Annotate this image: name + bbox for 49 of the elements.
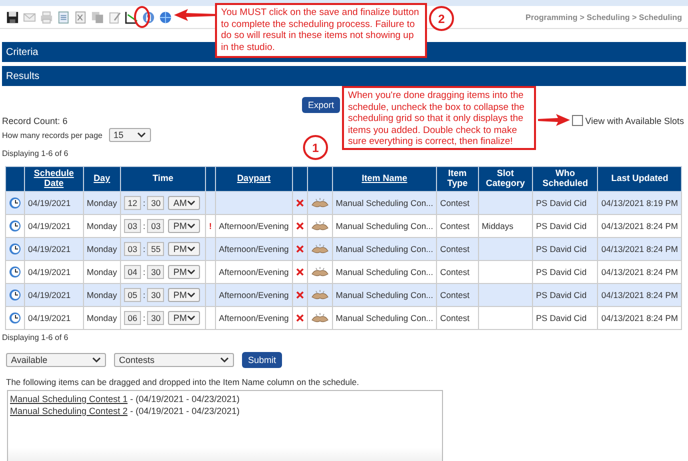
table-cell: PS David Cid <box>532 238 598 260</box>
time-separator: : <box>143 221 146 231</box>
table-cell: Manual Scheduling Con... <box>332 306 437 330</box>
table-cell: Manual Scheduling Con... <box>332 284 437 306</box>
table-cell: PS David Cid <box>532 306 598 330</box>
drag-hint: The following items can be dragged and dropped into the Item Name column on the schedule. <box>6 377 360 387</box>
per-page-label: How many records per page <box>2 130 102 140</box>
time-separator: : <box>143 198 146 208</box>
record-count: Record Count: 6 <box>2 116 68 126</box>
column-header: Slot Category <box>478 166 532 192</box>
checkbox-label: View with Available Slots <box>585 116 684 126</box>
callout-tooltip: When you're done dragging items into the schedule, uncheck the box to collapse the scheduling grid so that it only displays the items you added. Double check to make sure everything is correct, then finalize! <box>342 86 536 150</box>
table-cell: Monday <box>83 306 120 330</box>
table-cell: PS David Cid <box>532 284 598 306</box>
time-separator: : <box>143 290 146 300</box>
table-cell: Contest <box>436 306 478 330</box>
table-cell: Afternoon/Evening <box>215 238 292 260</box>
breadcrumb: Programming > Scheduling > Scheduling <box>526 12 682 22</box>
step-number: 2 <box>429 6 454 31</box>
table-cell: Contest <box>436 238 478 260</box>
table-cell: 04/13/2021 8:24 PM <box>598 306 682 330</box>
displaying-count: Displaying 1-6 of 6 <box>2 333 68 342</box>
column-header: Item Type <box>436 166 478 192</box>
table-cell: 04/19/2021 <box>24 192 84 214</box>
table-cell: 04/19/2021 <box>24 238 84 260</box>
table-cell: Contest <box>436 284 478 306</box>
table-cell: Contest <box>436 192 478 214</box>
callout-tooltip: You MUST click on the save and finalize button to complete the scheduling process. Failure to do so will result in these items not showing up in the studio. <box>215 3 427 58</box>
table-cell: Manual Scheduling Con... <box>332 238 437 260</box>
table-cell: 04/19/2021 <box>24 306 84 330</box>
time-separator: : <box>143 244 146 254</box>
time-separator: : <box>143 313 146 323</box>
table-cell: Afternoon/Evening <box>215 306 292 330</box>
column-header: Who Scheduled <box>532 166 598 192</box>
column-header: Time <box>120 166 206 192</box>
table-cell: 04/19/2021 <box>24 284 84 306</box>
step-number: 1 <box>303 135 328 160</box>
table-cell: Monday <box>83 192 120 214</box>
table-cell: 04/13/2021 8:19 PM <box>598 192 682 214</box>
time-separator: : <box>143 267 146 277</box>
table-cell: Afternoon/Evening <box>215 284 292 306</box>
column-header: Last Updated <box>598 166 682 192</box>
table-cell: Monday <box>83 284 120 306</box>
displaying-count: Displaying 1-6 of 6 <box>2 149 68 158</box>
table-cell: PS David Cid <box>532 192 598 214</box>
table-cell: Manual Scheduling Con... <box>332 192 437 214</box>
table-cell: Monday <box>83 238 120 260</box>
table-cell: 04/13/2021 8:24 PM <box>598 238 682 260</box>
table-cell: 04/13/2021 8:24 PM <box>598 284 682 306</box>
